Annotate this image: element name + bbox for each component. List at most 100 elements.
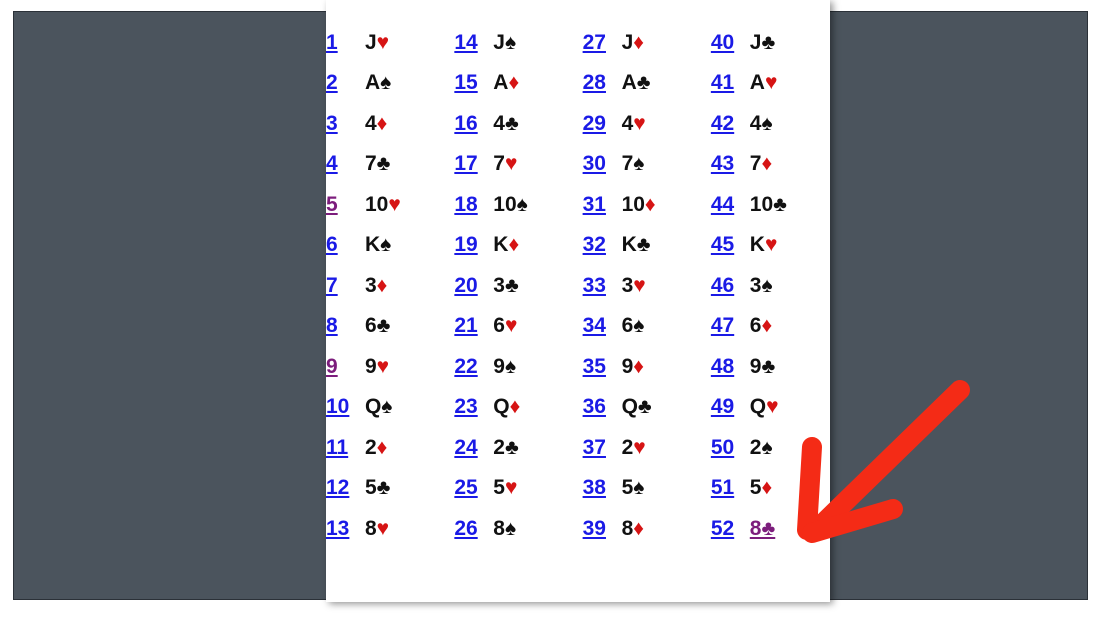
card-index-cell: 33 [583, 265, 622, 306]
card-number-link-36[interactable]: 36 [583, 395, 606, 418]
card-number-link-11[interactable]: 11 [326, 436, 348, 459]
card-number-link-2[interactable]: 2 [326, 71, 338, 94]
card-value-cell: K♥ [750, 225, 830, 266]
suit-clubs-icon: ♣ [636, 71, 651, 95]
suit-clubs-icon: ♣ [376, 476, 391, 500]
card-number-link-27[interactable]: 27 [583, 31, 606, 54]
card-number-link-50[interactable]: 50 [711, 436, 734, 459]
card-number-link-22[interactable]: 22 [454, 355, 477, 378]
column-gap [573, 103, 582, 144]
card-value-cell: 6♣ [365, 306, 445, 347]
card-value-cell: 4♥ [622, 103, 702, 144]
card-index-cell: 22 [454, 346, 493, 387]
card-number-link-25[interactable]: 25 [454, 476, 477, 499]
card-number-link-38[interactable]: 38 [583, 476, 606, 499]
card-number-link-39[interactable]: 39 [583, 517, 606, 540]
card-number-link-16[interactable]: 16 [454, 112, 477, 135]
card-face-24: 2♣ [493, 436, 518, 459]
card-index-cell: 50 [711, 427, 750, 468]
card-face-link-52[interactable]: 8♣ [750, 517, 775, 540]
card-index-cell: 28 [583, 63, 622, 104]
card-number-link-35[interactable]: 35 [583, 355, 606, 378]
card-face-29: 4♥ [622, 112, 646, 135]
card-number-link-40[interactable]: 40 [711, 31, 734, 54]
card-rank: 2 [493, 435, 505, 459]
card-index-cell: 29 [583, 103, 622, 144]
suit-hearts-icon: ♥ [504, 314, 518, 338]
card-number-link-10[interactable]: 10 [326, 395, 349, 418]
card-value-cell: 2♦ [365, 427, 445, 468]
card-value-cell: 5♠ [622, 468, 702, 509]
card-number-link-32[interactable]: 32 [583, 233, 606, 256]
card-number-link-17[interactable]: 17 [454, 152, 477, 175]
suit-diamonds-icon: ♦ [376, 273, 388, 297]
suit-hearts-icon: ♥ [633, 111, 646, 135]
card-number-link-52[interactable]: 52 [711, 517, 734, 540]
card-number-link-24[interactable]: 24 [454, 436, 477, 459]
card-index-cell: 17 [454, 144, 493, 185]
card-index-cell: 41 [711, 63, 750, 104]
card-number-link-15[interactable]: 15 [454, 71, 477, 94]
card-number-link-3[interactable]: 3 [326, 112, 338, 135]
card-rank: 5 [364, 476, 377, 500]
card-number-link-5[interactable]: 5 [326, 193, 338, 216]
suit-spades-icon: ♠ [761, 435, 773, 459]
card-number-link-18[interactable]: 18 [454, 193, 477, 216]
card-number-link-46[interactable]: 46 [711, 274, 734, 297]
column-gap [573, 63, 582, 104]
card-value-cell: 4♠ [750, 103, 830, 144]
card-number-link-41[interactable]: 41 [711, 71, 734, 94]
card-number-link-30[interactable]: 30 [583, 152, 606, 175]
suit-diamonds-icon: ♦ [508, 233, 520, 257]
card-number-link-26[interactable]: 26 [454, 517, 477, 540]
card-value-cell: 9♠ [493, 346, 573, 387]
card-number-link-49[interactable]: 49 [711, 395, 734, 418]
card-number-link-31[interactable]: 31 [583, 193, 606, 216]
card-value-cell: J♥ [365, 22, 445, 63]
column-gap [701, 144, 710, 185]
card-number-link-14[interactable]: 14 [454, 31, 477, 54]
card-number-link-12[interactable]: 12 [326, 476, 349, 499]
card-number-link-19[interactable]: 19 [454, 233, 477, 256]
card-value-cell: 10♦ [622, 184, 702, 225]
card-number-link-45[interactable]: 45 [711, 233, 734, 256]
suit-diamonds-icon: ♦ [644, 192, 656, 216]
card-value-cell: 4♣ [493, 103, 573, 144]
suit-diamonds-icon: ♦ [761, 476, 773, 500]
card-face-43: 7♦ [750, 152, 772, 175]
card-number-link-28[interactable]: 28 [583, 71, 606, 94]
card-rank: J [749, 30, 762, 54]
card-rank: 6 [621, 314, 634, 338]
card-number-link-44[interactable]: 44 [711, 193, 734, 216]
card-number-link-48[interactable]: 48 [711, 355, 734, 378]
card-index-cell: 4 [326, 144, 365, 185]
card-number-link-33[interactable]: 33 [583, 274, 606, 297]
card-number-link-51[interactable]: 51 [711, 476, 734, 499]
card-number-link-9[interactable]: 9 [326, 355, 338, 378]
card-number-link-20[interactable]: 20 [454, 274, 477, 297]
card-number-link-7[interactable]: 7 [326, 274, 338, 297]
suit-spades-icon: ♠ [504, 30, 517, 54]
card-number-link-34[interactable]: 34 [583, 314, 606, 337]
card-face-5: 10♥ [365, 193, 401, 216]
card-number-link-1[interactable]: 1 [326, 31, 338, 54]
card-number-link-43[interactable]: 43 [711, 152, 734, 175]
card-index-cell: 45 [711, 225, 750, 266]
column-gap [445, 387, 454, 428]
suit-hearts-icon: ♥ [633, 435, 646, 459]
card-number-link-8[interactable]: 8 [326, 314, 338, 337]
card-number-link-47[interactable]: 47 [711, 314, 734, 337]
card-number-link-29[interactable]: 29 [583, 112, 606, 135]
column-gap [701, 306, 710, 347]
card-number-link-42[interactable]: 42 [711, 112, 734, 135]
suit-diamonds-icon: ♦ [508, 71, 520, 95]
card-number-link-21[interactable]: 21 [454, 314, 477, 337]
card-number-link-23[interactable]: 23 [454, 395, 477, 418]
card-number-link-4[interactable]: 4 [326, 152, 338, 175]
card-row: 11 2♦ 24 2♣ 37 2♥ 50 2 ♠ [326, 427, 830, 468]
card-value-cell: 2♥ [622, 427, 702, 468]
card-number-link-6[interactable]: 6 [326, 233, 338, 256]
card-number-link-37[interactable]: 37 [583, 436, 606, 459]
card-number-link-13[interactable]: 13 [326, 517, 349, 540]
card-face-18: 10♠ [493, 193, 528, 216]
